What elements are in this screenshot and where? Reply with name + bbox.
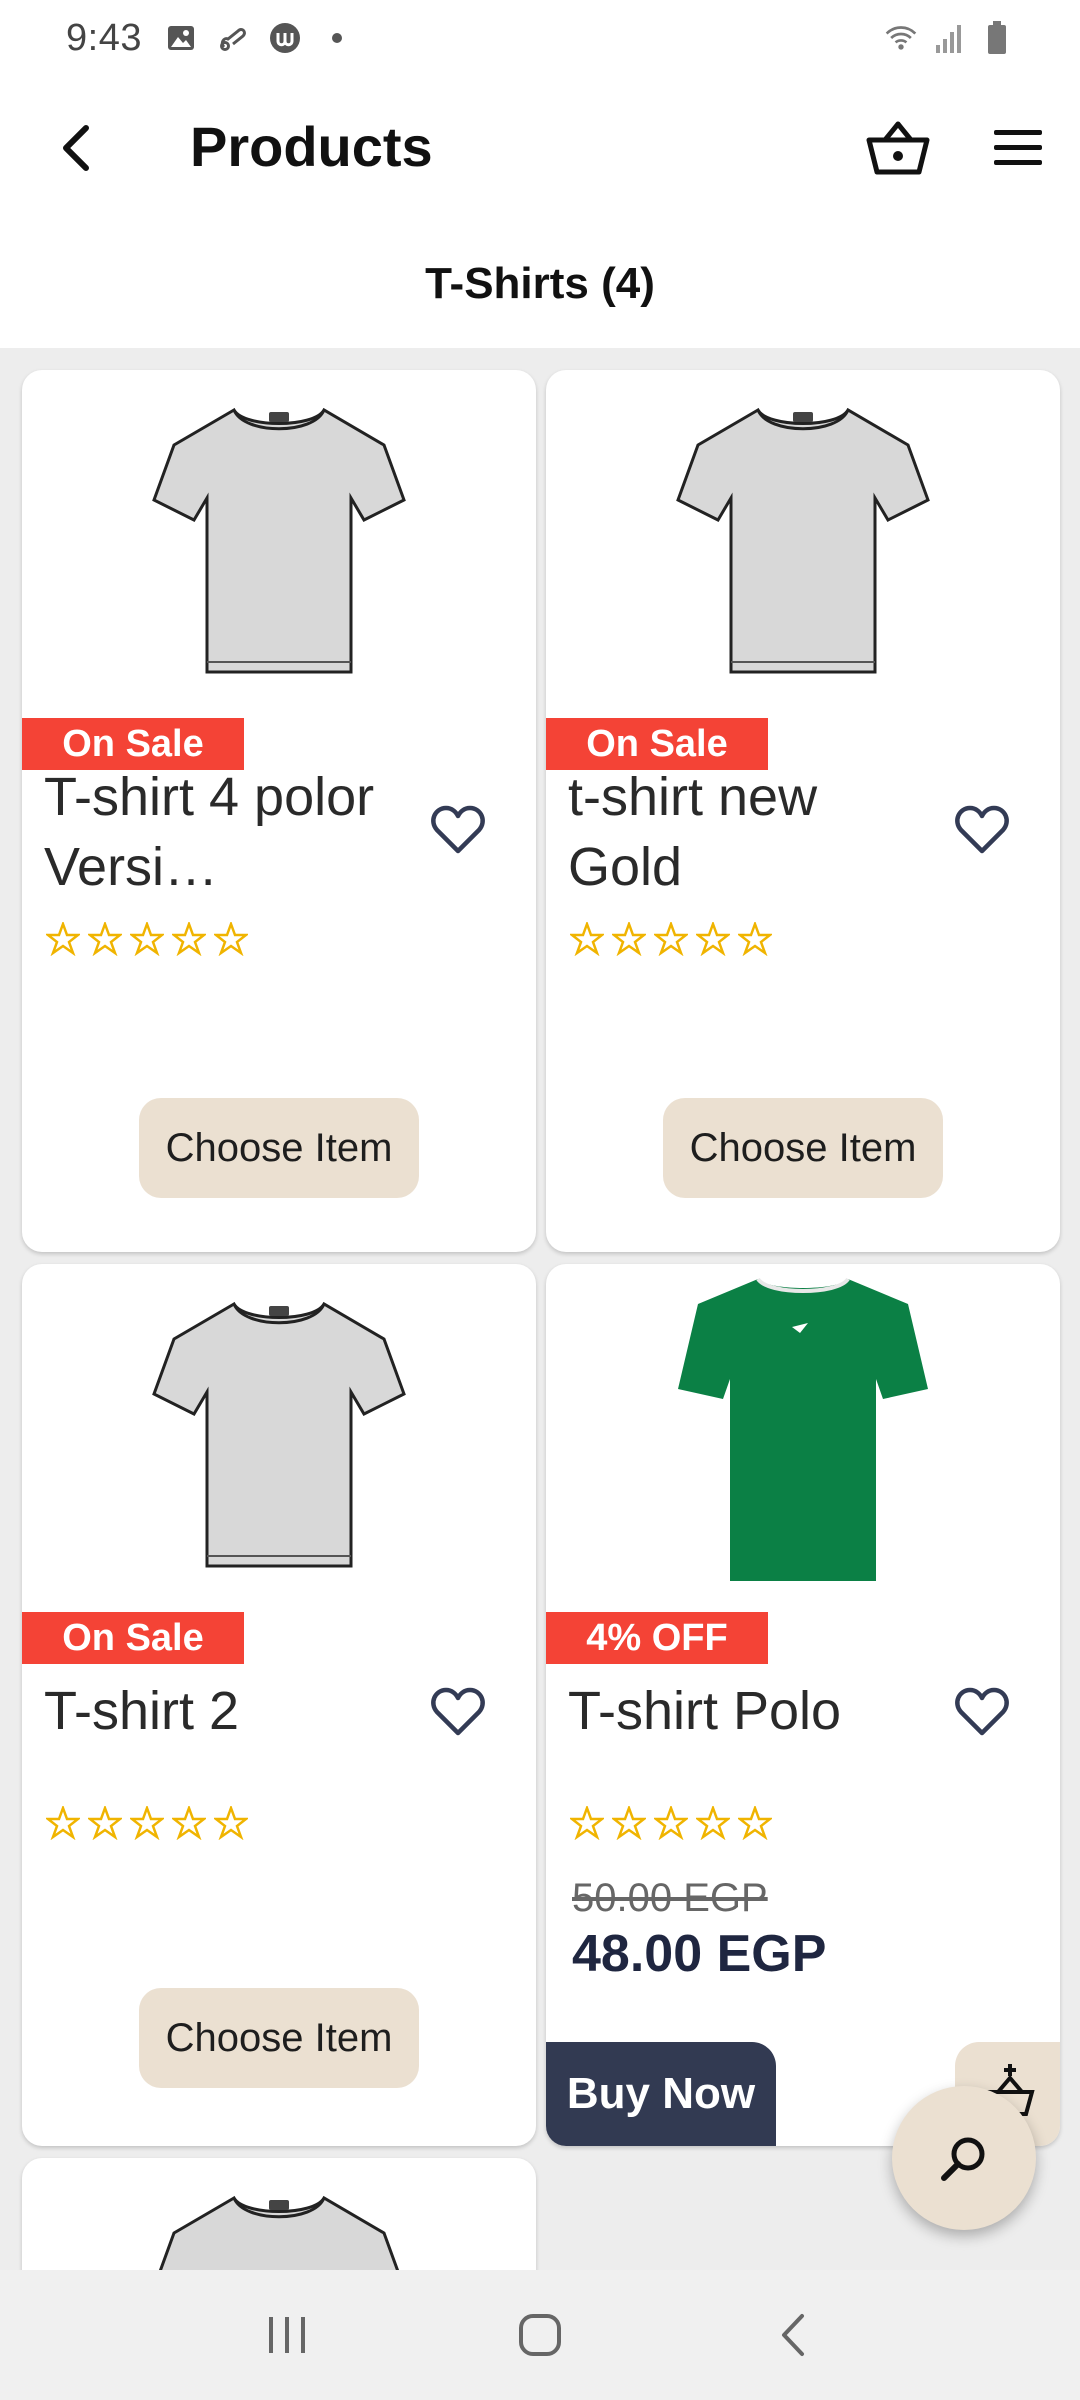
product-image bbox=[22, 2158, 536, 2270]
star-icon bbox=[570, 1806, 604, 1840]
app-icon bbox=[268, 21, 302, 55]
status-time: 9:43 bbox=[66, 16, 142, 59]
heart-icon bbox=[431, 805, 485, 854]
category-title: T-Shirts (4) bbox=[425, 259, 655, 308]
recent-apps-button[interactable] bbox=[242, 2290, 332, 2380]
home-button[interactable] bbox=[495, 2290, 585, 2380]
app-bar: Products bbox=[0, 76, 1080, 220]
menu-icon bbox=[994, 130, 1042, 165]
tshirt-icon bbox=[676, 407, 930, 674]
product-card[interactable]: On Sale t-shirt new Gold Choose Item bbox=[546, 370, 1060, 1252]
star-icon bbox=[738, 922, 772, 956]
choose-item-button[interactable]: Choose Item bbox=[663, 1098, 943, 1198]
system-back-button[interactable] bbox=[748, 2290, 838, 2380]
home-icon bbox=[518, 2314, 561, 2356]
sale-badge: On Sale bbox=[22, 1612, 244, 1664]
search-button[interactable] bbox=[892, 2086, 1036, 2230]
product-grid: On Sale T-shirt 4 polor Versi… Choose It… bbox=[0, 348, 1080, 2270]
heart-icon bbox=[955, 805, 1009, 854]
dot-icon bbox=[320, 21, 354, 55]
star-icon bbox=[130, 1806, 164, 1840]
back-icon bbox=[782, 2314, 805, 2356]
heart-icon bbox=[955, 1687, 1009, 1736]
page-title: Products bbox=[190, 115, 433, 178]
product-name: T-shirt Polo bbox=[568, 1681, 842, 1741]
product-name: t-shirt new Gold bbox=[568, 767, 818, 897]
product-card[interactable]: On Sale T-shirt 4 polor Versi… Choose It… bbox=[22, 370, 536, 1252]
current-price: 48.00 EGP bbox=[572, 1925, 827, 1983]
star-icon bbox=[570, 922, 604, 956]
star-icon bbox=[214, 1806, 248, 1840]
star-icon bbox=[88, 1806, 122, 1840]
discount-badge: 4% OFF bbox=[546, 1612, 768, 1664]
product-card[interactable] bbox=[22, 2158, 536, 2270]
star-icon bbox=[172, 1806, 206, 1840]
tshirt-icon bbox=[678, 1277, 928, 1581]
product-name: T-shirt 4 polor Versi… bbox=[44, 767, 375, 897]
status-left-icons bbox=[164, 21, 354, 55]
basket-icon bbox=[866, 121, 930, 175]
system-nav-bar bbox=[0, 2270, 1080, 2400]
rating-stars bbox=[570, 922, 772, 956]
back-button[interactable] bbox=[44, 116, 108, 180]
product-card[interactable]: On Sale T-shirt 2 Choose Item bbox=[22, 1264, 536, 2146]
battery-icon bbox=[980, 21, 1014, 55]
star-icon bbox=[654, 1806, 688, 1840]
product-image bbox=[546, 1264, 1060, 1594]
buy-now-button[interactable]: Buy Now bbox=[546, 2042, 776, 2146]
rating-stars bbox=[570, 1806, 772, 1840]
star-icon bbox=[612, 1806, 646, 1840]
image-icon bbox=[164, 21, 198, 55]
status-bar: 9:43 bbox=[0, 0, 1080, 76]
choose-item-button[interactable]: Choose Item bbox=[139, 1098, 419, 1198]
star-icon bbox=[172, 922, 206, 956]
product-image bbox=[546, 370, 1060, 700]
star-icon bbox=[46, 1806, 80, 1840]
tshirt-icon bbox=[152, 1301, 406, 1568]
signal-icon bbox=[932, 21, 966, 55]
tshirt-icon bbox=[152, 407, 406, 674]
rating-stars bbox=[46, 1806, 248, 1840]
choose-item-button[interactable]: Choose Item bbox=[139, 1988, 419, 2088]
heart-icon bbox=[431, 1687, 485, 1736]
star-icon bbox=[88, 922, 122, 956]
old-price: 50.00 EGP bbox=[572, 1876, 768, 1920]
favorite-button[interactable] bbox=[422, 794, 494, 866]
favorite-button[interactable] bbox=[946, 794, 1018, 866]
star-icon bbox=[696, 1806, 730, 1840]
product-image bbox=[22, 370, 536, 700]
product-name: T-shirt 2 bbox=[44, 1681, 240, 1741]
basket-button[interactable] bbox=[862, 112, 934, 184]
star-icon bbox=[130, 922, 164, 956]
favorite-button[interactable] bbox=[422, 1676, 494, 1748]
star-icon bbox=[654, 922, 688, 956]
search-icon bbox=[941, 2137, 985, 2181]
chevron-left-icon bbox=[63, 125, 89, 171]
menu-button[interactable] bbox=[986, 112, 1050, 184]
category-header: T-Shirts (4) bbox=[0, 220, 1080, 348]
star-icon bbox=[738, 1806, 772, 1840]
rating-stars bbox=[46, 922, 248, 956]
product-card[interactable]: 4% OFF T-shirt Polo 50.00 EGP 48.00 EGP … bbox=[546, 1264, 1060, 2146]
product-image bbox=[22, 1264, 536, 1594]
link-icon bbox=[216, 21, 250, 55]
star-icon bbox=[46, 922, 80, 956]
star-icon bbox=[696, 922, 730, 956]
tshirt-icon bbox=[158, 2195, 400, 2270]
star-icon bbox=[612, 922, 646, 956]
status-right-icons bbox=[884, 21, 1014, 55]
wifi-icon bbox=[884, 21, 918, 55]
star-icon bbox=[214, 922, 248, 956]
favorite-button[interactable] bbox=[946, 1676, 1018, 1748]
recent-apps-icon bbox=[268, 2317, 305, 2353]
